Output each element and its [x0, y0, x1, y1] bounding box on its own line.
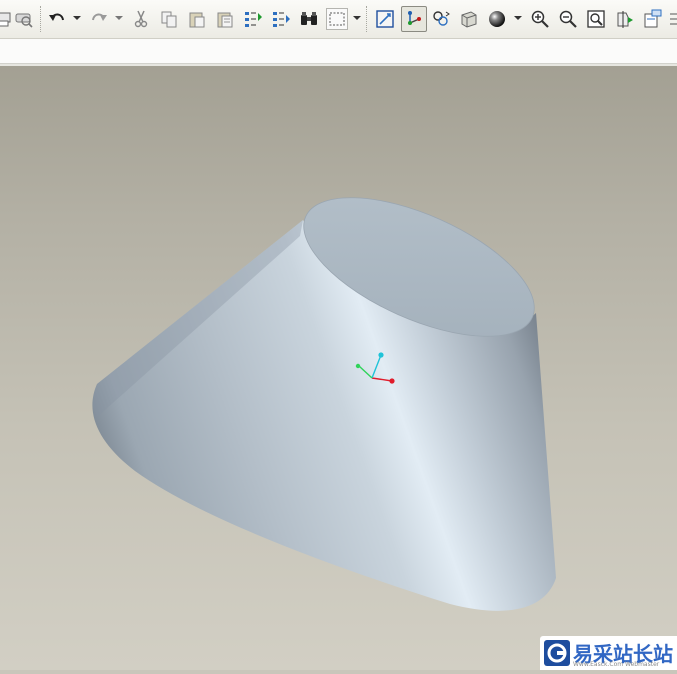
shading-dropdown[interactable]: [513, 10, 522, 26]
annotation-display-button[interactable]: [641, 7, 663, 31]
more-tools-button[interactable]: [667, 7, 677, 31]
regenerate-button[interactable]: [242, 7, 264, 31]
spin-center-icon: [408, 11, 421, 25]
refit-button[interactable]: [585, 7, 607, 31]
cut-button[interactable]: [130, 7, 152, 31]
regenerate-manager-icon: [273, 12, 290, 27]
print-button[interactable]: [12, 7, 34, 31]
select-box-icon: [326, 8, 348, 30]
chevron-down-icon: [513, 16, 522, 20]
chevron-down-icon: [114, 16, 123, 20]
datum-display-button[interactable]: [613, 7, 635, 31]
chevron-down-icon: [72, 16, 81, 20]
x-axis-red-dot: [389, 378, 395, 384]
regenerate-icon: [245, 12, 262, 27]
annotation-display-icon: [644, 9, 662, 28]
datum-display-icon: [617, 11, 633, 28]
main-toolbar: [0, 0, 677, 39]
zoom-in-icon: [531, 10, 549, 28]
view-manager-icon: [461, 11, 477, 28]
y-axis-cyan-dot: [378, 352, 384, 358]
redo-button[interactable]: [88, 7, 110, 31]
model-viewport[interactable]: [0, 66, 677, 670]
refit-icon: [587, 10, 605, 28]
repaint-button[interactable]: [374, 7, 396, 31]
undo-icon: [49, 13, 64, 21]
zoom-out-button[interactable]: [557, 7, 579, 31]
binoculars-icon: [301, 12, 317, 25]
list-icon: [670, 13, 677, 25]
shading-button[interactable]: [486, 7, 508, 31]
toolbar-separator: [366, 6, 367, 32]
print-icon: [15, 13, 33, 28]
selection-box-dropdown[interactable]: [352, 10, 361, 26]
undo-dropdown[interactable]: [72, 10, 81, 26]
redo-icon: [92, 13, 107, 21]
paste-button[interactable]: [186, 7, 208, 31]
chevron-down-icon: [352, 16, 361, 20]
view-manager-button[interactable]: [458, 7, 480, 31]
cut-icon: [134, 10, 148, 28]
spin-center-button[interactable]: [401, 6, 427, 32]
site-watermark: 易采站长站 Www.Easck.Com Webmaster: [540, 636, 677, 670]
watermark-subtitle: Www.Easck.Com Webmaster: [573, 661, 660, 668]
redo-dropdown[interactable]: [114, 10, 123, 26]
selection-box-button[interactable]: [325, 7, 349, 31]
regenerate-manager-button[interactable]: [270, 7, 292, 31]
zoom-out-icon: [559, 10, 577, 28]
cone-model[interactable]: [0, 66, 677, 670]
copy-button[interactable]: [158, 7, 180, 31]
z-axis-green-dot: [355, 363, 361, 369]
paste-special-button[interactable]: [214, 7, 236, 31]
toolbar-separator: [40, 6, 41, 32]
undo-button[interactable]: [46, 7, 68, 31]
copy-icon: [161, 11, 177, 28]
orient-mode-button[interactable]: [430, 7, 452, 31]
orient-mode-icon: [433, 11, 450, 26]
site-logo-icon: [544, 640, 570, 666]
shaded-sphere-icon: [489, 11, 505, 27]
find-button[interactable]: [298, 7, 320, 31]
repaint-icon: [376, 10, 394, 28]
paste-special-icon: [217, 12, 233, 28]
paste-icon: [189, 12, 205, 28]
secondary-toolbar: [0, 39, 677, 64]
zoom-in-button[interactable]: [529, 7, 551, 31]
